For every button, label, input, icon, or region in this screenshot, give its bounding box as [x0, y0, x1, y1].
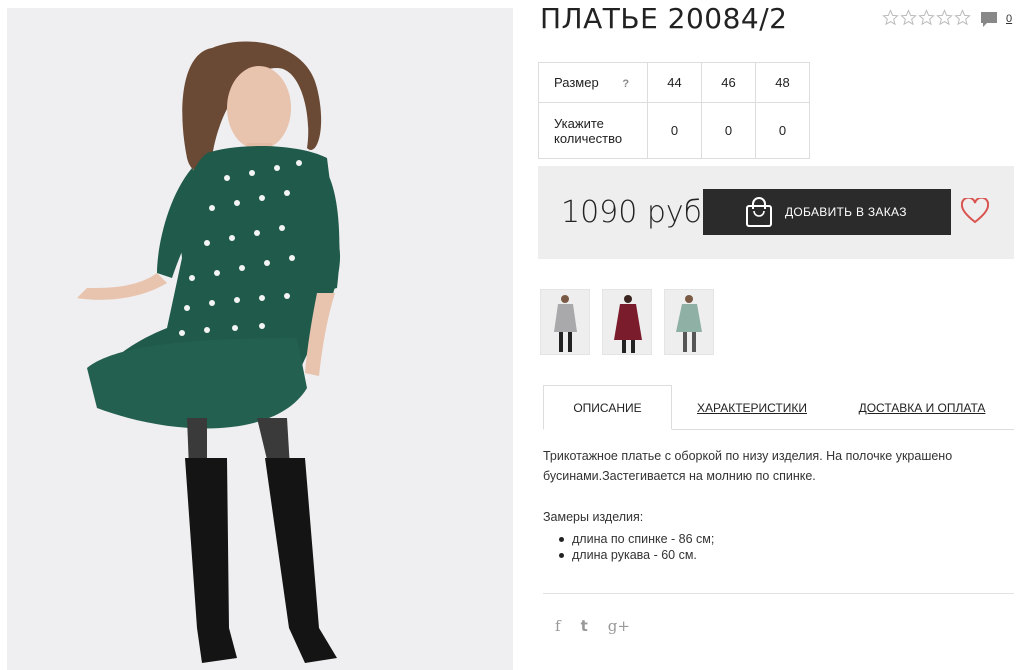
- divider: [543, 593, 1014, 594]
- size-help-icon[interactable]: ?: [622, 78, 629, 90]
- measurements-title: Замеры изделия:: [543, 510, 644, 524]
- product-main-photo[interactable]: [7, 8, 513, 670]
- thumbnail-image: [541, 290, 589, 354]
- star-icon[interactable]: [900, 9, 917, 26]
- size-cell: 46: [701, 62, 756, 103]
- quantity-input[interactable]: 0: [755, 102, 810, 159]
- twitter-icon[interactable]: t: [581, 617, 588, 635]
- comments-link[interactable]: 0: [980, 11, 1012, 28]
- add-to-order-button[interactable]: ДОБАВИТЬ В ЗАКАЗ: [703, 189, 951, 235]
- star-icon[interactable]: [918, 9, 935, 26]
- star-icon[interactable]: [936, 9, 953, 26]
- size-cell: 48: [755, 62, 810, 103]
- model-illustration: [7, 8, 513, 670]
- add-to-order-label: ДОБАВИТЬ В ЗАКАЗ: [785, 205, 907, 219]
- product-tabs: ОПИСАНИЕ ХАРАКТЕРИСТИКИ ДОСТАВКА И ОПЛАТ…: [543, 385, 1014, 430]
- quantity-label-line1: Укажите: [554, 115, 604, 131]
- thumbnail-mint[interactable]: [664, 289, 714, 355]
- tab-delivery-payment[interactable]: ДОСТАВКА И ОПЛАТА: [832, 385, 1012, 430]
- tab-description[interactable]: ОПИСАНИЕ: [543, 385, 672, 430]
- star-icon[interactable]: [954, 9, 971, 26]
- social-share: f t g+: [555, 617, 630, 635]
- thumbnail-burgundy[interactable]: [602, 289, 652, 355]
- measurement-item: длина рукава - 60 см.: [557, 547, 714, 563]
- price: 1090 руб: [561, 195, 703, 230]
- thumbnail-image: [603, 290, 651, 354]
- size-cell: 44: [647, 62, 702, 103]
- facebook-icon[interactable]: f: [555, 617, 561, 635]
- color-thumbnails: [540, 289, 714, 355]
- product-description: Трикотажное платье с оборкой по низу изд…: [543, 449, 953, 483]
- price-block: 1090 руб ДОБАВИТЬ В ЗАКАЗ: [538, 166, 1014, 259]
- quantity-input[interactable]: 0: [647, 102, 702, 159]
- size-label-cell: Размер ?: [538, 62, 648, 103]
- comment-icon: [981, 12, 997, 27]
- quantity-label-cell: Укажите количество: [538, 102, 648, 159]
- size-quantity-table: Размер ? 44 46 48 Укажите количество 0 0…: [538, 62, 810, 159]
- product-title: ПЛАТЬЕ 20084/2: [540, 2, 788, 35]
- thumbnail-image: [665, 290, 713, 354]
- size-label: Размер: [554, 75, 599, 90]
- measurement-item: длина по спинке - 86 см;: [557, 531, 714, 547]
- thumbnail-gray[interactable]: [540, 289, 590, 355]
- quantity-input[interactable]: 0: [701, 102, 756, 159]
- rating-stars[interactable]: [882, 9, 971, 26]
- googleplus-icon[interactable]: g+: [608, 617, 630, 635]
- shopping-bag-icon: [746, 197, 772, 227]
- favorite-heart-icon[interactable]: [961, 198, 989, 224]
- star-icon[interactable]: [882, 9, 899, 26]
- comment-count[interactable]: 0: [1006, 13, 1012, 25]
- quantity-label-line2: количество: [554, 130, 623, 146]
- tab-characteristics[interactable]: ХАРАКТЕРИСТИКИ: [672, 385, 832, 430]
- measurements-list: длина по спинке - 86 см; длина рукава - …: [557, 531, 714, 563]
